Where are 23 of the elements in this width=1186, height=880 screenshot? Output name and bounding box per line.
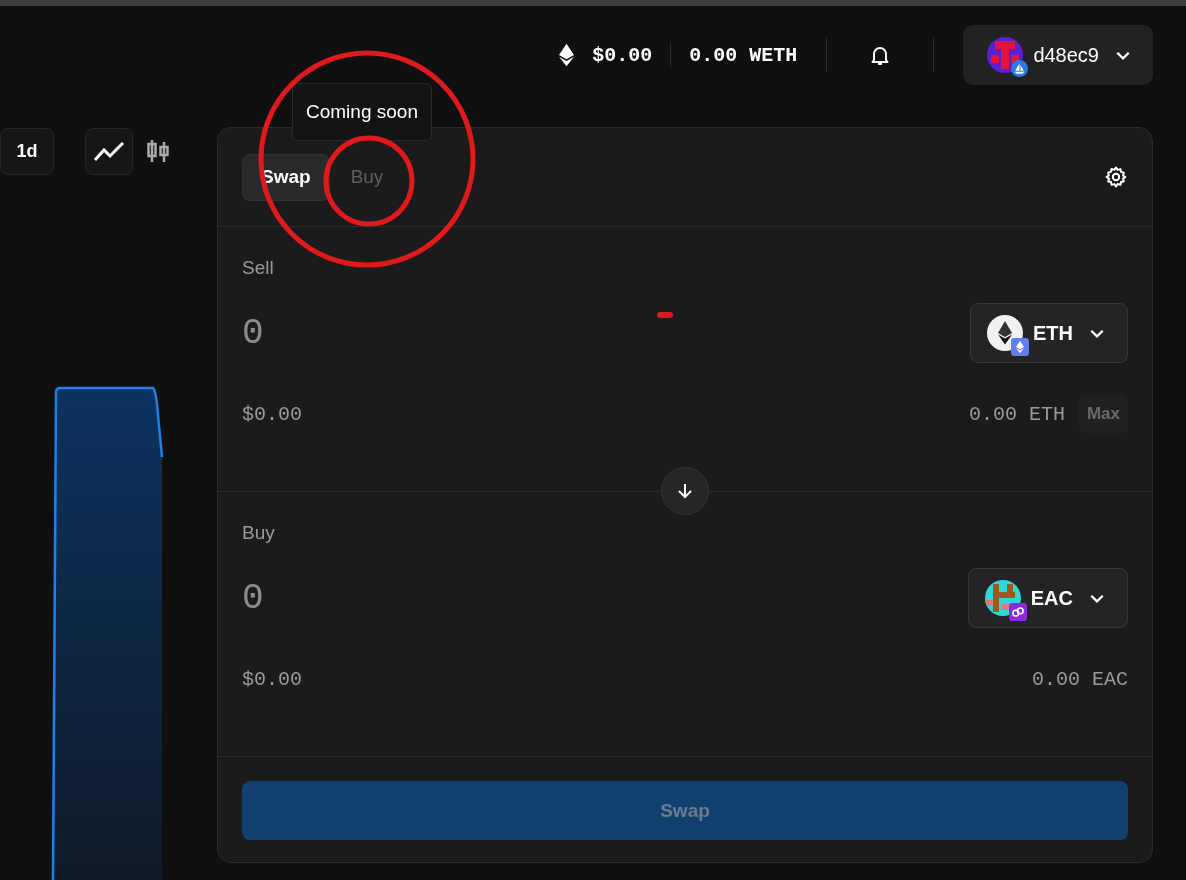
line-chart-icon[interactable]: [85, 127, 133, 175]
annotation-mark: [657, 312, 673, 318]
token-balance: 0.00 ETH: [968, 402, 1065, 426]
amount-input[interactable]: 0: [242, 312, 264, 354]
interval-button[interactable]: 1d: [0, 127, 54, 175]
settings-icon[interactable]: [1104, 165, 1128, 189]
token-selector[interactable]: ETH: [970, 303, 1128, 363]
token-balance: 0.00 EAC: [1032, 667, 1128, 691]
ethereum-icon: [559, 43, 575, 67]
tooltip: Coming soon: [292, 83, 432, 141]
chain-link-icon: [1008, 603, 1027, 621]
account-button[interactable]: d48ec9: [963, 25, 1153, 85]
token-selector[interactable]: EAC: [967, 568, 1128, 628]
section-label: Buy: [242, 522, 276, 544]
section-label: Sell: [242, 257, 275, 279]
wallet-usd: $0.00: [592, 43, 653, 67]
arrow-down-icon[interactable]: [661, 467, 709, 515]
usd-value: $0.00: [242, 667, 302, 691]
boat-icon: [1011, 60, 1029, 77]
amount-input[interactable]: 0: [242, 577, 264, 619]
wallet-balance: 0.00 WETH: [689, 43, 798, 67]
pixel-token-icon: [984, 580, 1021, 616]
usd-value: $0.00: [242, 402, 302, 426]
